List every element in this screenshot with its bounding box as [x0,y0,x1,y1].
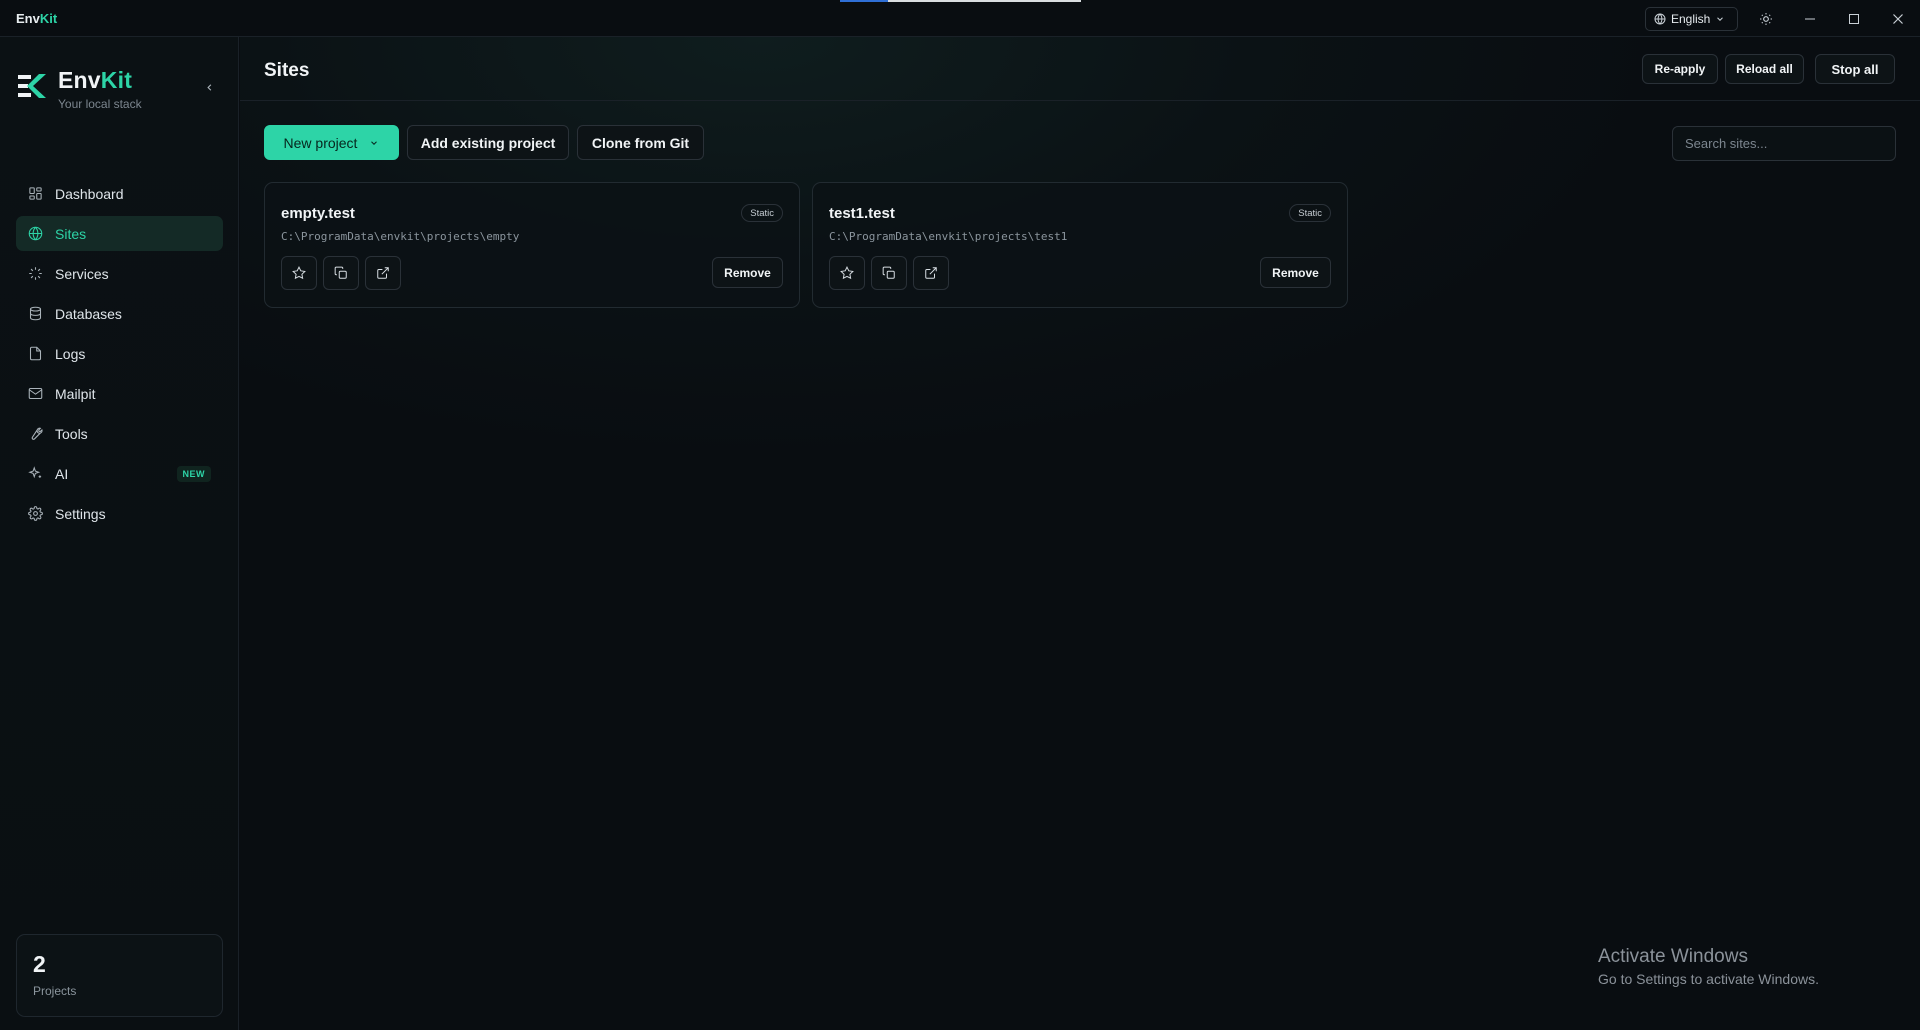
sidebar-item-label: Services [55,265,109,282]
projects-count-card: 2 Projects [16,934,223,1017]
open-site-button[interactable] [365,256,401,290]
envkit-logo-icon [18,74,46,98]
site-path: C:\ProgramData\envkit\projects\empty [281,230,520,243]
copy-icon [334,266,347,279]
watermark-subtitle: Go to Settings to activate Windows. [1598,971,1819,987]
chevron-left-icon [206,83,211,91]
brand-title: EnvKit [58,67,142,94]
add-existing-project-button[interactable]: Add existing project [407,125,569,160]
sidebar-item-label: Databases [55,305,122,322]
sidebar-item-dashboard[interactable]: Dashboard [16,176,223,211]
sidebar-item-databases[interactable]: Databases [16,296,223,331]
close-icon [1893,14,1903,24]
sidebar-item-label: Logs [55,345,86,362]
site-card: test1.test C:\ProgramData\envkit\project… [812,182,1348,308]
clone-from-git-button[interactable]: Clone from Git [577,125,704,160]
remove-button[interactable]: Remove [712,257,783,288]
sidebar-item-mailpit[interactable]: Mailpit [16,376,223,411]
site-name: empty.test [281,205,355,222]
reload-all-button[interactable]: Reload all [1725,54,1804,84]
minimize-button[interactable] [1799,8,1821,30]
copy-icon [882,266,895,279]
chevron-down-icon [371,140,378,145]
close-button[interactable] [1887,8,1909,30]
brand-tagline: Your local stack [58,97,142,111]
projects-count: 2 [33,951,46,977]
grid-icon [29,187,42,200]
sidebar-item-ai[interactable]: AI NEW [16,456,223,491]
window-title-prefix: Env [16,11,40,26]
globe-icon [28,226,43,241]
search-input[interactable] [1672,126,1896,161]
sidebar-item-tools[interactable]: Tools [16,416,223,451]
main-content: Sites Re-apply Reload all Stop all New p… [240,37,1920,1030]
sidebar-item-logs[interactable]: Logs [16,336,223,371]
window-title-suffix: Kit [39,11,58,26]
star-icon [292,266,306,280]
sun-icon [1760,13,1772,25]
sidebar-item-label: Sites [55,225,87,242]
chevron-down-icon [1717,17,1724,21]
loading-bar-segment [840,0,888,2]
file-icon [29,346,42,361]
watermark-title: Activate Windows [1598,946,1748,967]
language-value: English [1671,12,1711,26]
brand: EnvKit Your local stack [16,67,142,111]
site-type-badge: Static [741,204,783,222]
collapse-sidebar-button[interactable] [200,78,218,96]
favorite-button[interactable] [829,256,865,290]
globe-icon [1654,13,1666,25]
sidebar-nav: Dashboard Sites Services Databases Logs … [16,176,223,536]
remove-button[interactable]: Remove [1260,257,1331,288]
stop-all-button[interactable]: Stop all [1815,54,1895,84]
favorite-button[interactable] [281,256,317,290]
star-icon [840,266,854,280]
copy-button[interactable] [871,256,907,290]
external-link-icon [377,267,389,279]
new-badge: NEW [176,465,211,482]
wrench-icon [31,427,43,440]
sidebar: EnvKit Your local stack Dashboard Sites … [0,37,239,1030]
sidebar-item-label: Tools [55,425,88,442]
sidebar-item-settings[interactable]: Settings [16,496,223,531]
new-project-button[interactable]: New project [264,125,399,160]
mail-icon [28,387,43,400]
site-name: test1.test [829,205,895,222]
copy-button[interactable] [323,256,359,290]
activation-watermark: Activate Windows Go to Settings to activ… [1598,946,1819,987]
sidebar-item-services[interactable]: Services [16,256,223,291]
database-icon [29,306,42,321]
sidebar-item-sites[interactable]: Sites [16,216,223,251]
sidebar-item-label: Settings [55,505,106,522]
new-project-label: New project [283,134,358,151]
window-title: EnvKit [16,11,57,26]
brand-title-suffix: Kit [100,67,133,93]
title-bar: EnvKit English [0,0,1920,37]
gear-icon [28,506,43,521]
sidebar-item-label: Dashboard [55,185,124,202]
reapply-button[interactable]: Re-apply [1642,54,1718,84]
language-select[interactable]: English [1645,7,1738,31]
external-link-icon [925,267,937,279]
site-path: C:\ProgramData\envkit\projects\test1 [829,230,1068,243]
page-header: Sites Re-apply Reload all Stop all [240,37,1920,101]
minimize-icon [1805,18,1815,20]
loading-bar [840,0,1081,2]
sidebar-item-label: AI [55,465,69,482]
sparkles-icon [28,466,42,479]
site-card: empty.test C:\ProgramData\envkit\project… [264,182,800,308]
open-site-button[interactable] [913,256,949,290]
site-type-badge: Static [1289,204,1331,222]
page-title: Sites [264,60,310,81]
sidebar-item-label: Mailpit [55,385,96,402]
maximize-button[interactable] [1843,8,1865,30]
brand-title-prefix: Env [58,67,101,93]
theme-toggle-button[interactable] [1755,8,1777,30]
projects-label: Projects [33,984,77,998]
loader-icon [29,267,42,280]
maximize-icon [1849,14,1859,24]
